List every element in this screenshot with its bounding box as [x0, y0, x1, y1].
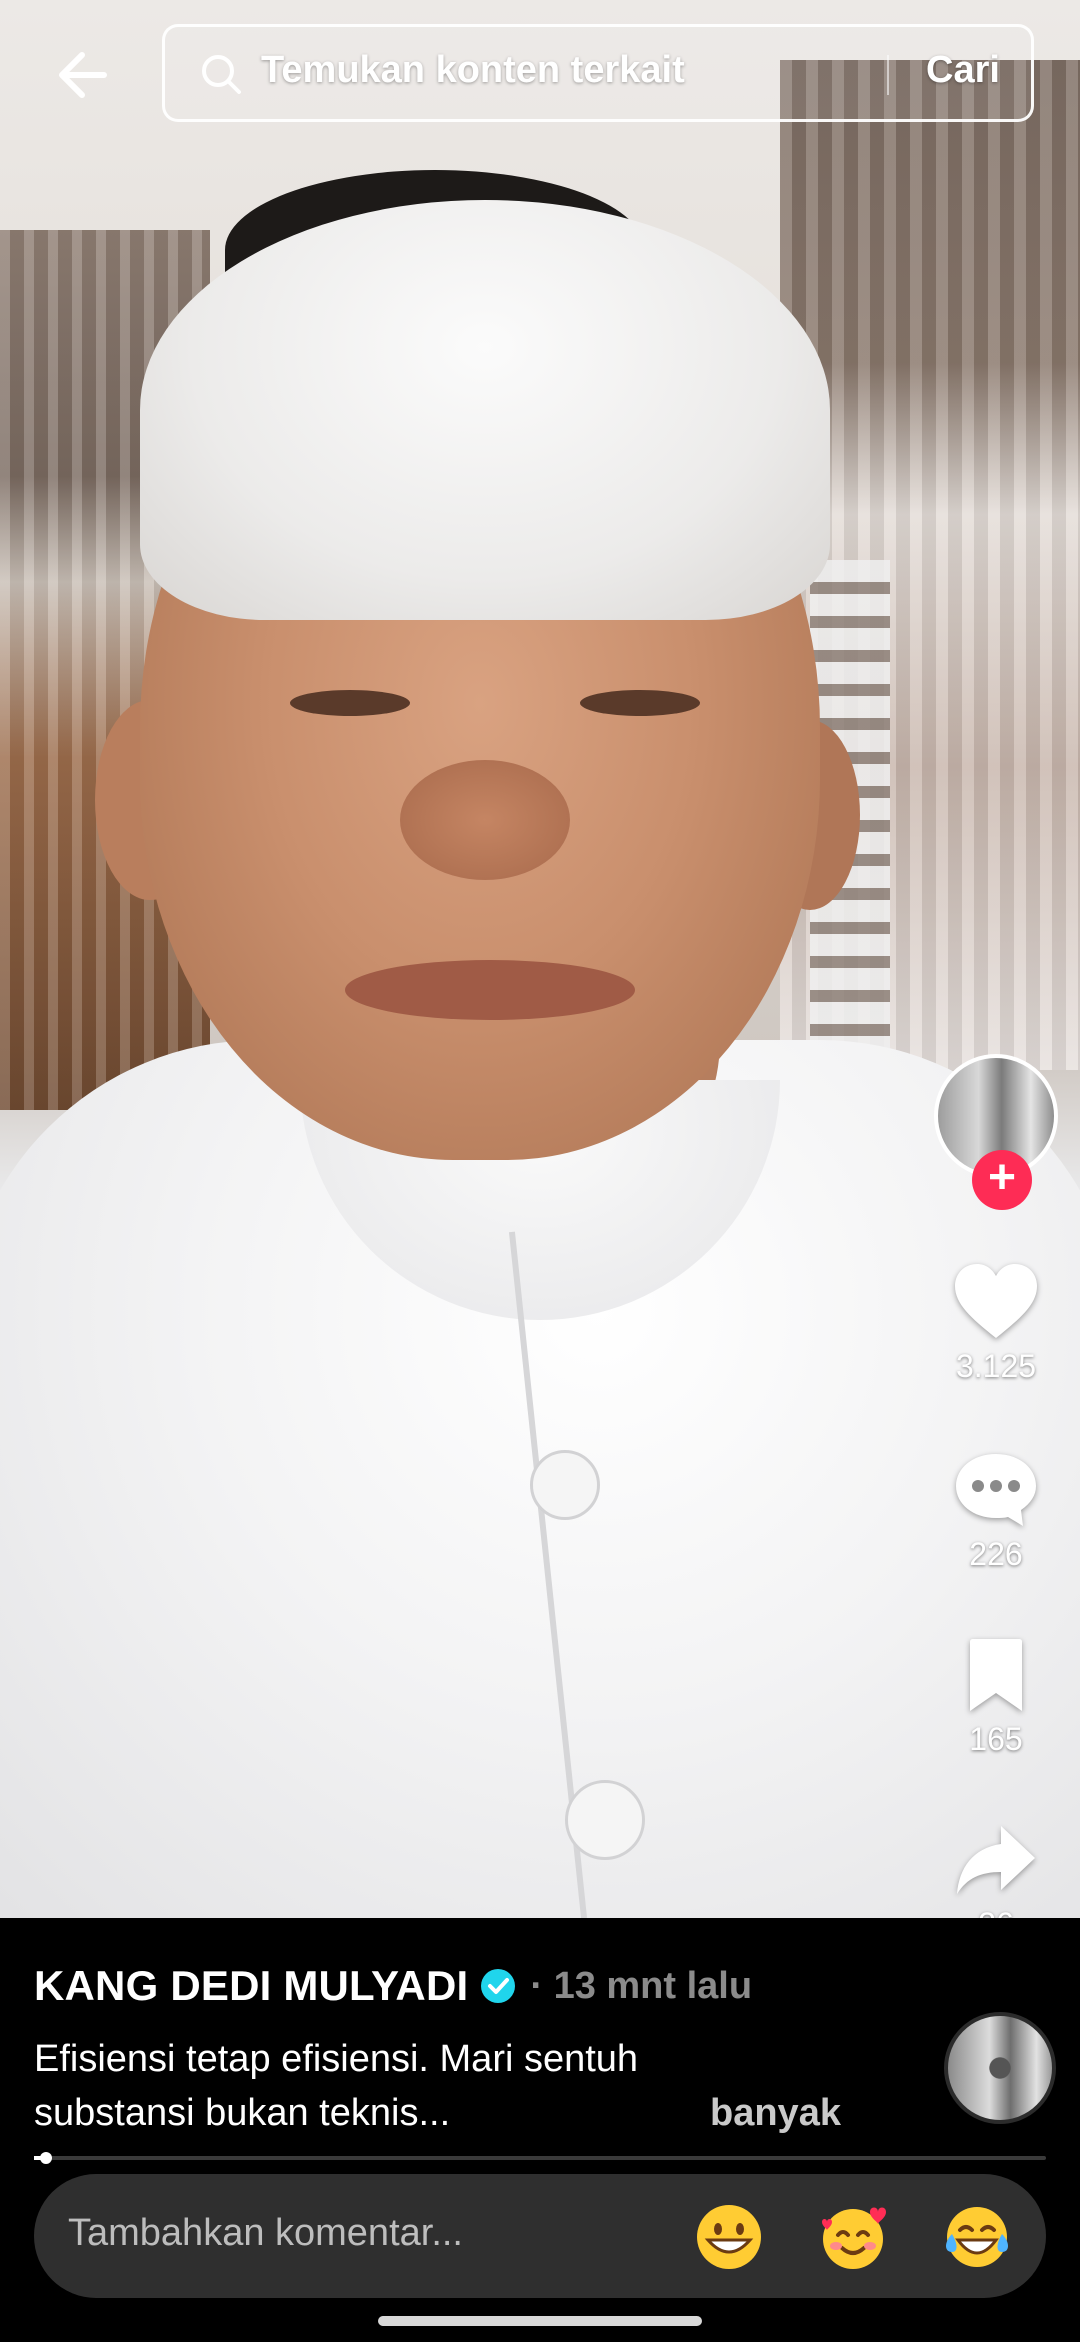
- like-button[interactable]: 3.125: [928, 1260, 1064, 1385]
- plus-icon: +: [987, 1151, 1017, 1204]
- comment-button[interactable]: 226: [928, 1448, 1064, 1573]
- comment-bar[interactable]: Tambahkan komentar...: [34, 2174, 1046, 2298]
- back-button[interactable]: [50, 40, 120, 110]
- caption-line: Efisiensi tetap efisiensi. Mari sentuh: [34, 2038, 639, 2080]
- post-time: · 13 mnt lalu: [530, 1964, 753, 2007]
- white-headband: [140, 200, 830, 620]
- save-button[interactable]: 165: [928, 1635, 1064, 1758]
- bookmark-icon: [970, 1639, 1022, 1711]
- home-indicator[interactable]: [378, 2316, 702, 2326]
- tears-of-joy-icon: [946, 2207, 1008, 2267]
- like-count: 3.125: [955, 1348, 1037, 1384]
- video-progress-bar[interactable]: [34, 2152, 1046, 2164]
- verified-badge-icon: [481, 1969, 516, 2003]
- comment-input[interactable]: Tambahkan komentar...: [68, 2212, 463, 2255]
- person-nose: [400, 760, 570, 880]
- person-eye: [290, 690, 410, 716]
- post-caption[interactable]: Efisiensi tetap efisiensi. Mari sentuh s…: [34, 2032, 934, 2140]
- music-disc[interactable]: [944, 2012, 1056, 2124]
- author-line: KANG DEDI MULYADI · 13 mnt lalu: [34, 1956, 752, 2016]
- search-input[interactable]: Temukan konten terkait: [261, 49, 685, 92]
- video-player[interactable]: [0, 0, 1080, 1918]
- emoji-grin-button[interactable]: [694, 2202, 764, 2272]
- post-info: KANG DEDI MULYADI · 13 mnt lalu Efisiens…: [0, 1918, 1080, 2158]
- heart-icon: [955, 1264, 1037, 1338]
- speech-bubble-icon: [956, 1454, 1036, 1526]
- author-name[interactable]: KANG DEDI MULYADI: [34, 1962, 468, 2010]
- robe-button: [565, 1780, 645, 1860]
- search-divider: [887, 55, 889, 95]
- robe-button: [530, 1450, 600, 1520]
- share-arrow-icon: [957, 1826, 1035, 1894]
- creator-avatar-group: +: [934, 1054, 1058, 1210]
- search-icon: [202, 55, 241, 94]
- top-bar: Temukan konten terkait Cari: [0, 0, 1080, 150]
- action-rail: + 3.125 226 165 36: [928, 1050, 1064, 1950]
- smiling-hearts-icon: [822, 2207, 886, 2269]
- search-button[interactable]: Cari: [913, 49, 1013, 92]
- progress-knob[interactable]: [40, 2152, 53, 2164]
- save-count: 165: [969, 1721, 1023, 1757]
- emoji-love-button[interactable]: [818, 2202, 888, 2272]
- follow-button[interactable]: +: [972, 1150, 1032, 1210]
- comment-count: 226: [969, 1536, 1023, 1572]
- person-eye: [580, 690, 700, 716]
- grinning-face-icon: [697, 2205, 761, 2269]
- caption-more-link[interactable]: banyak: [710, 2086, 841, 2140]
- person-mouth: [345, 960, 635, 1020]
- emoji-tears-button[interactable]: [942, 2202, 1012, 2272]
- search-bar[interactable]: Temukan konten terkait Cari: [162, 24, 1034, 122]
- arrow-left-icon: [59, 52, 107, 98]
